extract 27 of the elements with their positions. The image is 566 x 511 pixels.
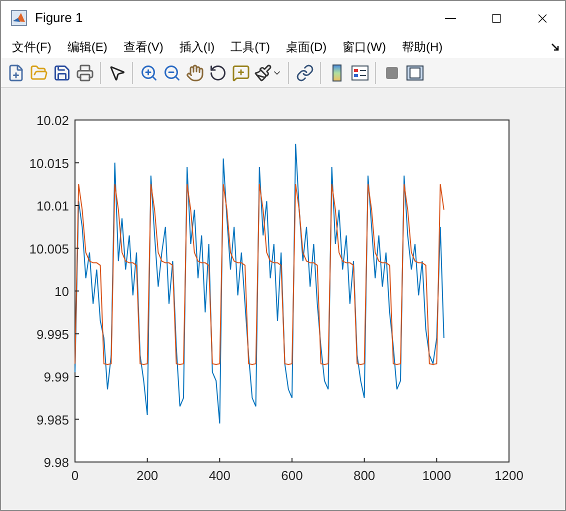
menu-item[interactable]: 帮助(H): [394, 38, 451, 56]
y-tick-label: 9.995: [36, 326, 69, 342]
x-tick-label: 400: [208, 468, 231, 483]
y-tick-label: 10.005: [29, 241, 69, 256]
maximize-icon: [490, 12, 502, 24]
menu-item[interactable]: 窗口(W): [334, 38, 394, 56]
menu-item[interactable]: 编辑(E): [59, 38, 116, 56]
menu-item[interactable]: 桌面(D): [278, 38, 335, 56]
menu-item[interactable]: 插入(I): [171, 38, 223, 56]
menu-item[interactable]: 文件(F): [4, 38, 60, 56]
y-tick-label: 9.99: [44, 370, 69, 384]
y-tick-label: 10.01: [36, 198, 69, 214]
x-tick-label: 1200: [494, 468, 524, 483]
menu-item[interactable]: 查看(V): [115, 38, 172, 56]
y-tick-label: 10.02: [36, 113, 69, 128]
y-tick-label: 10: [54, 284, 69, 299]
window-title: Figure 1: [35, 9, 83, 28]
x-tick-label: 0: [71, 468, 79, 483]
x-tick-label: 800: [353, 468, 376, 483]
y-tick-label: 9.98: [44, 455, 69, 470]
x-tick-label: 600: [281, 468, 303, 483]
menu-item[interactable]: 工具(T): [222, 38, 278, 56]
y-tick-label: 9.985: [36, 412, 69, 428]
x-tick-label: 200: [136, 468, 158, 483]
x-tick-label: 1000: [422, 468, 452, 483]
dock-arrow-icon[interactable]: [551, 42, 559, 50]
y-tick-label: 10.015: [29, 156, 69, 171]
